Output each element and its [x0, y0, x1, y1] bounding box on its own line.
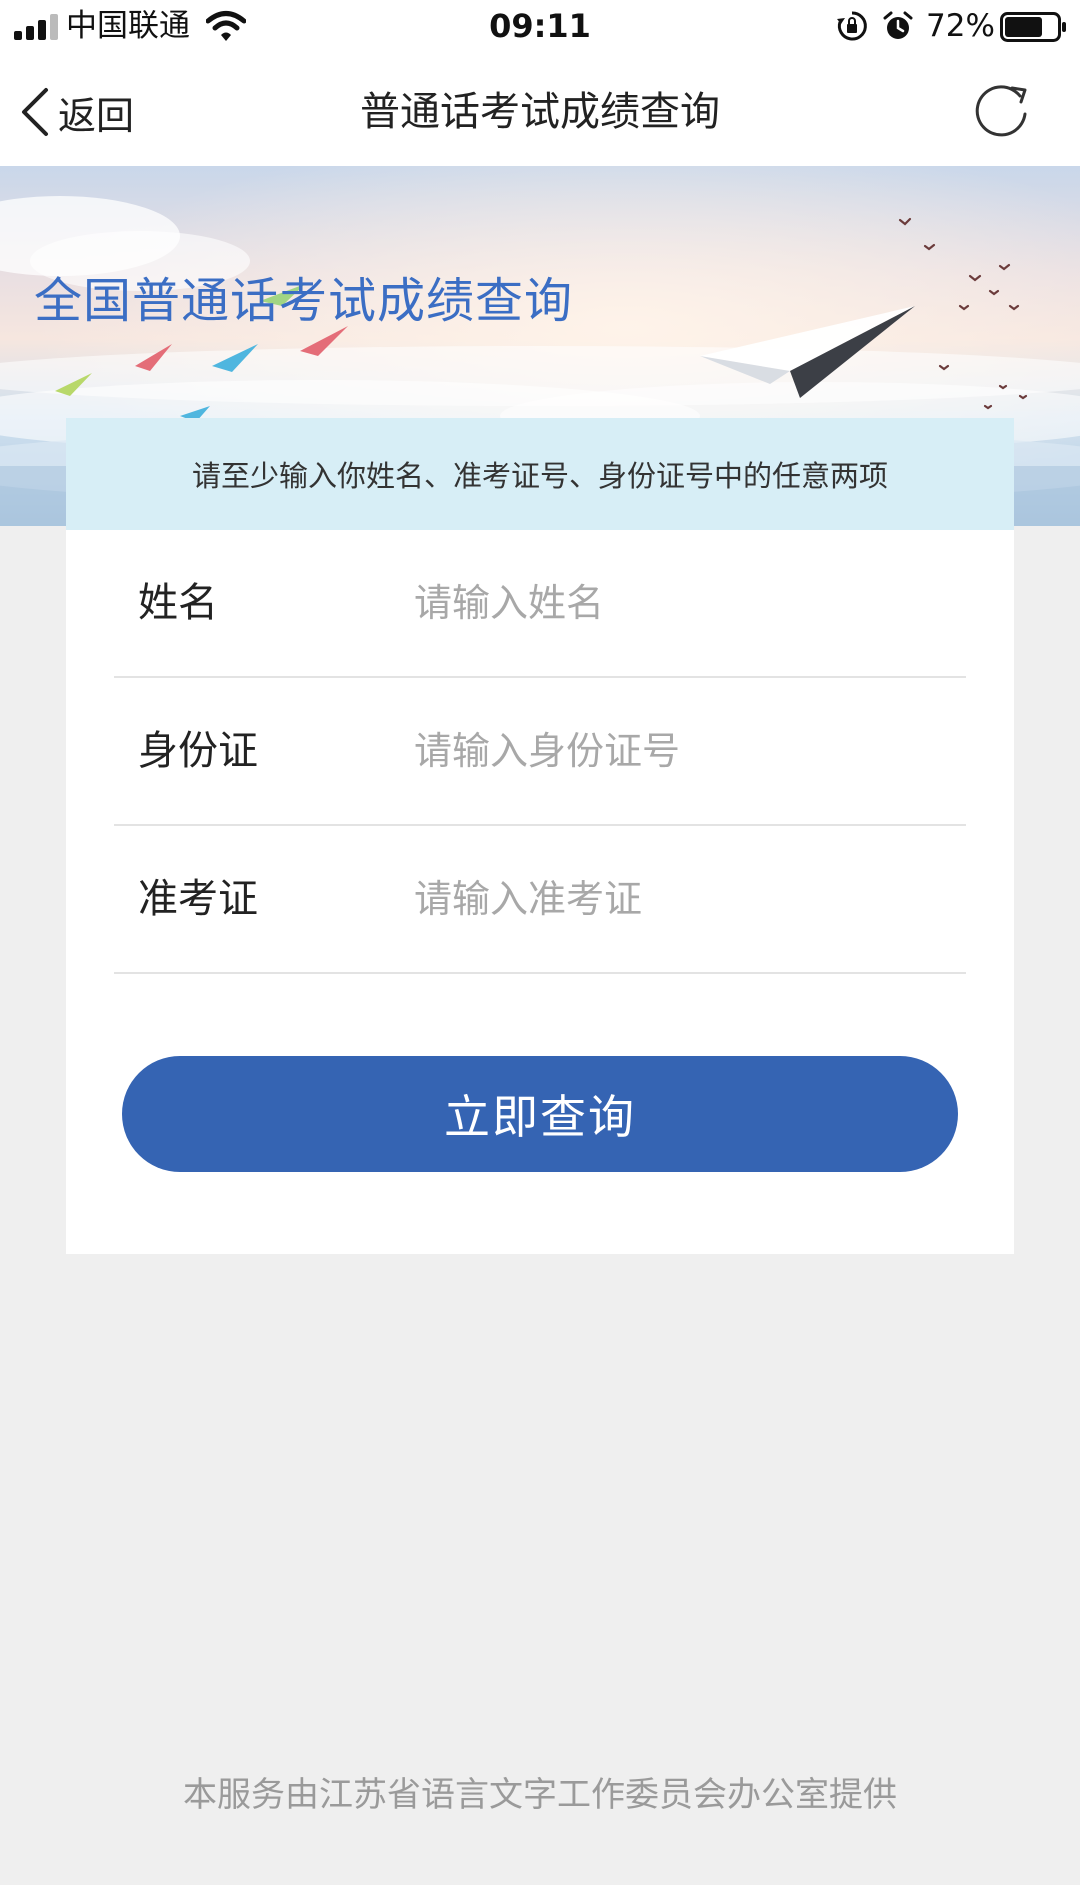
banner-title: 全国普通话考试成绩查询 — [34, 273, 574, 329]
chevron-left-icon — [22, 88, 48, 136]
form-row-name: 姓名 — [114, 530, 966, 678]
battery-percent: 72% — [926, 8, 995, 44]
name-input[interactable] — [414, 568, 944, 638]
status-bar: 中国联通 09:11 72% — [0, 0, 1080, 56]
id-card-label: 身份证 — [138, 728, 258, 774]
screen: 中国联通 09:11 72% 返回 普通话考试成绩查询 全国普通话考试成绩查询 … — [0, 0, 1080, 1885]
back-button[interactable]: 返回 — [16, 80, 134, 144]
name-label: 姓名 — [138, 580, 218, 626]
query-button[interactable]: 立即查询 — [122, 1056, 958, 1172]
nav-bar: 返回 普通话考试成绩查询 — [0, 56, 1080, 166]
admission-ticket-label: 准考证 — [138, 876, 258, 922]
footer-text: 本服务由江苏省语言文字工作委员会办公室提供 — [183, 1775, 897, 1815]
id-card-input[interactable] — [414, 716, 944, 786]
back-label: 返回 — [58, 93, 135, 138]
query-form-card: 请至少输入你姓名、准考证号、身份证号中的任意两项 姓名 身份证 准考证 立即查询 — [66, 418, 1014, 1254]
notice-text: 请至少输入你姓名、准考证号、身份证号中的任意两项 — [66, 418, 1014, 530]
battery-icon — [1000, 12, 1066, 42]
form-row-id-card: 身份证 — [114, 678, 966, 826]
orientation-lock-icon — [837, 11, 867, 41]
form-row-admission-ticket: 准考证 — [114, 826, 966, 974]
alarm-icon — [883, 11, 913, 39]
admission-ticket-input[interactable] — [414, 864, 944, 934]
refresh-icon[interactable] — [970, 80, 1032, 142]
status-time: 09:11 — [489, 7, 591, 45]
page-title: 普通话考试成绩查询 — [360, 89, 720, 135]
